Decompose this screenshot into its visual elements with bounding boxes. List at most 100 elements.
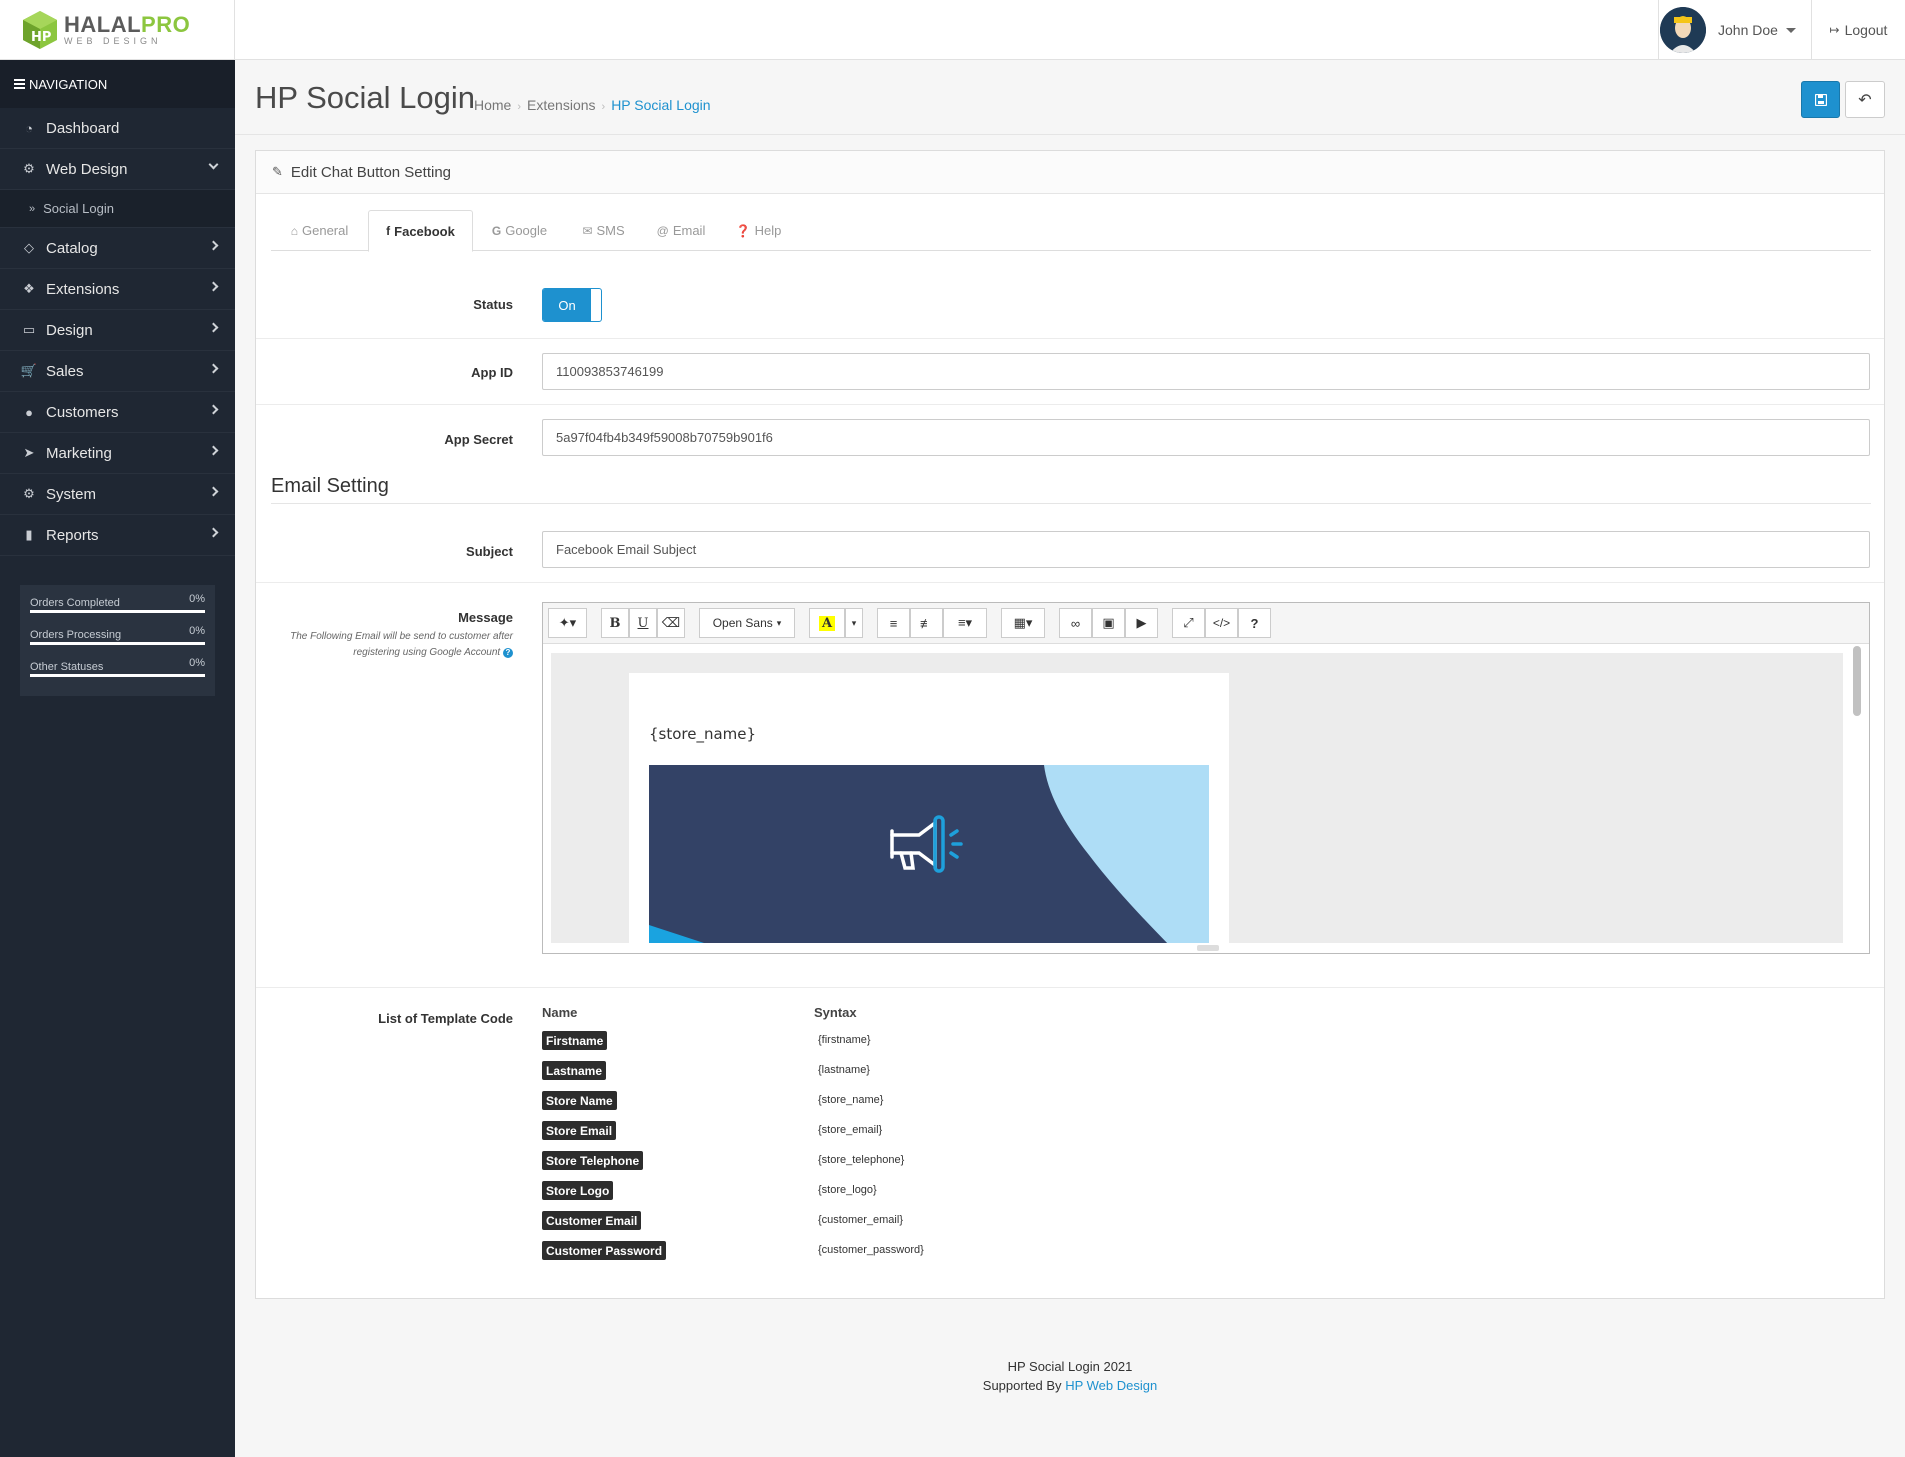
- user-menu[interactable]: John Doe: [1658, 0, 1811, 60]
- sidebar-subitem-social-login[interactable]: » Social Login: [0, 190, 235, 228]
- breadcrumb-separator-icon: ›: [517, 101, 522, 113]
- breadcrumb-current[interactable]: HP Social Login: [611, 97, 710, 113]
- save-button[interactable]: [1801, 81, 1840, 118]
- footer-support-link[interactable]: HP Web Design: [1065, 1378, 1157, 1393]
- link-icon: ∞: [1070, 615, 1081, 631]
- question-circle-icon[interactable]: ?: [503, 648, 513, 658]
- gear-icon: ⚙: [23, 486, 35, 501]
- app-secret-row: App Secret 5a97f04fb4b349f59008b70759b90…: [256, 405, 1884, 475]
- sidebar-item-reports[interactable]: ▮ Reports: [0, 515, 235, 556]
- code-view-button[interactable]: </>: [1205, 608, 1238, 638]
- tab-facebook[interactable]: f Facebook: [368, 210, 473, 252]
- back-button[interactable]: ↶: [1845, 81, 1885, 118]
- subject-row: Subject Facebook Email Subject: [256, 504, 1884, 583]
- style-magic-button[interactable]: ✦▾: [548, 608, 587, 638]
- menu-bars-icon: [14, 77, 25, 91]
- stat-other-statuses: Other Statuses 0%: [30, 657, 205, 689]
- caret-down-icon: ▾: [851, 617, 857, 628]
- sidebar-item-system[interactable]: ⚙ System: [0, 474, 235, 515]
- color-dropdown-button[interactable]: ▾: [845, 608, 863, 638]
- unordered-list-button[interactable]: ≡: [877, 608, 910, 638]
- sidebar-item-label: System: [46, 485, 97, 503]
- template-name-header: Name: [542, 1005, 578, 1020]
- paragraph-align-button[interactable]: ≡▾: [943, 608, 987, 638]
- chevron-right-icon: [208, 322, 219, 333]
- help-button[interactable]: ?: [1238, 608, 1271, 638]
- question-circle-icon: ❓: [735, 223, 751, 238]
- store-name-placeholder: {store_name}: [649, 725, 757, 743]
- double-angle-right-icon: »: [29, 202, 36, 215]
- fullscreen-button[interactable]: ⤢: [1172, 608, 1205, 638]
- google-icon: G: [491, 223, 502, 238]
- sidebar-item-web-design[interactable]: ⚙ Web Design: [0, 149, 235, 190]
- ordered-list-button[interactable]: ≢: [910, 608, 943, 638]
- user-name: John Doe: [1718, 22, 1778, 38]
- template-code-label: List of Template Code: [378, 1011, 513, 1026]
- template-code-badge: Store Name: [542, 1091, 617, 1110]
- image-button[interactable]: ▣: [1092, 608, 1125, 638]
- sidebar-item-label: Catalog: [46, 239, 98, 257]
- list-ol-icon: ≢: [920, 615, 933, 631]
- panel-heading: ✎ Edit Chat Button Setting: [256, 151, 1884, 194]
- logout-button[interactable]: ↦ Logout: [1811, 0, 1905, 60]
- app-id-field[interactable]: 110093853746199: [542, 353, 1870, 390]
- eraser-icon: ⌫: [661, 615, 681, 630]
- user-icon: ●: [25, 404, 33, 420]
- editor-resize-handle[interactable]: [1197, 945, 1219, 951]
- link-button[interactable]: ∞: [1059, 608, 1092, 638]
- reply-arrow-icon: ↶: [1858, 91, 1872, 109]
- stat-orders-completed: Orders Completed 0%: [30, 593, 205, 625]
- bar-chart-icon: ▮: [25, 527, 33, 542]
- breadcrumb-extensions[interactable]: Extensions: [527, 97, 595, 113]
- message-help-text: The Following Email will be send to cust…: [276, 629, 513, 661]
- logo-sub-text: WEB DESIGN: [64, 36, 162, 46]
- logo-accent-text: PRO: [141, 12, 191, 37]
- sidebar-item-design[interactable]: ▭ Design: [0, 310, 235, 351]
- divider: [235, 134, 1905, 135]
- sidebar-item-customers[interactable]: ● Customers: [0, 392, 235, 433]
- font-color-icon: A: [818, 615, 836, 631]
- table-button[interactable]: ▦▾: [1001, 608, 1045, 638]
- email-template-preview: {store_name}: [629, 673, 1229, 943]
- sidebar-item-dashboard[interactable]: ◔ Dashboard: [0, 108, 235, 149]
- sidebar-item-label: Design: [46, 321, 93, 339]
- status-toggle[interactable]: On: [542, 288, 602, 322]
- editor-content-area[interactable]: {store_name}: [551, 653, 1843, 943]
- template-code-badge: Customer Email: [542, 1211, 642, 1230]
- logo-main-text: HALAL: [64, 12, 142, 37]
- footer-support: Supported By HP Web Design: [235, 1376, 1905, 1395]
- tab-google[interactable]: G Google: [473, 210, 566, 251]
- sidebar-item-sales[interactable]: 🛒 Sales: [0, 351, 235, 392]
- bold-button[interactable]: B: [601, 608, 629, 638]
- chevron-right-icon: [208, 240, 219, 251]
- chevron-right-icon: [208, 445, 219, 456]
- expand-icon: ⤢: [1183, 615, 1194, 630]
- tab-help[interactable]: ❓ Help: [721, 210, 796, 251]
- video-button[interactable]: ▶: [1125, 608, 1158, 638]
- logout-label: Logout: [1844, 22, 1888, 38]
- underline-button[interactable]: U: [629, 608, 657, 638]
- subject-field[interactable]: Facebook Email Subject: [542, 531, 1870, 568]
- highlight-color-button[interactable]: A: [809, 608, 845, 638]
- logo[interactable]: HP HALALPRO WEB DESIGN: [0, 0, 235, 60]
- subject-label: Subject: [466, 544, 513, 559]
- template-code-syntax: {store_logo}: [818, 1184, 877, 1196]
- sidebar-item-label: Marketing: [46, 444, 112, 462]
- tab-email[interactable]: @ Email: [641, 210, 721, 251]
- eraser-button[interactable]: ⌫: [657, 608, 685, 638]
- sidebar-item-label: Sales: [46, 362, 84, 380]
- tab-sms[interactable]: ✉ SMS: [566, 210, 641, 251]
- code-icon: </>: [1212, 616, 1231, 630]
- underline-icon: U: [637, 615, 649, 631]
- sidebar-item-extensions[interactable]: ❖ Extensions: [0, 269, 235, 310]
- at-icon: @: [656, 223, 669, 238]
- editor-scrollbar[interactable]: [1853, 646, 1861, 716]
- sidebar-item-catalog[interactable]: ◇ Catalog: [0, 228, 235, 269]
- tab-general[interactable]: ⌂ General: [271, 210, 368, 251]
- sidebar-item-marketing[interactable]: ➤ Marketing: [0, 433, 235, 474]
- app-secret-field[interactable]: 5a97f04fb4b349f59008b70759b901f6: [542, 419, 1870, 456]
- font-family-select[interactable]: Open Sans ▾: [699, 608, 795, 638]
- breadcrumb-home[interactable]: Home: [474, 97, 511, 113]
- page-title: HP Social Login: [255, 80, 476, 115]
- editor-toolbar: ✦▾ B U ⌫ Open Sans ▾ A ▾ ≡ ≢ ≡▾ ▦▾ ∞ ▣ ▶ …: [543, 603, 1869, 644]
